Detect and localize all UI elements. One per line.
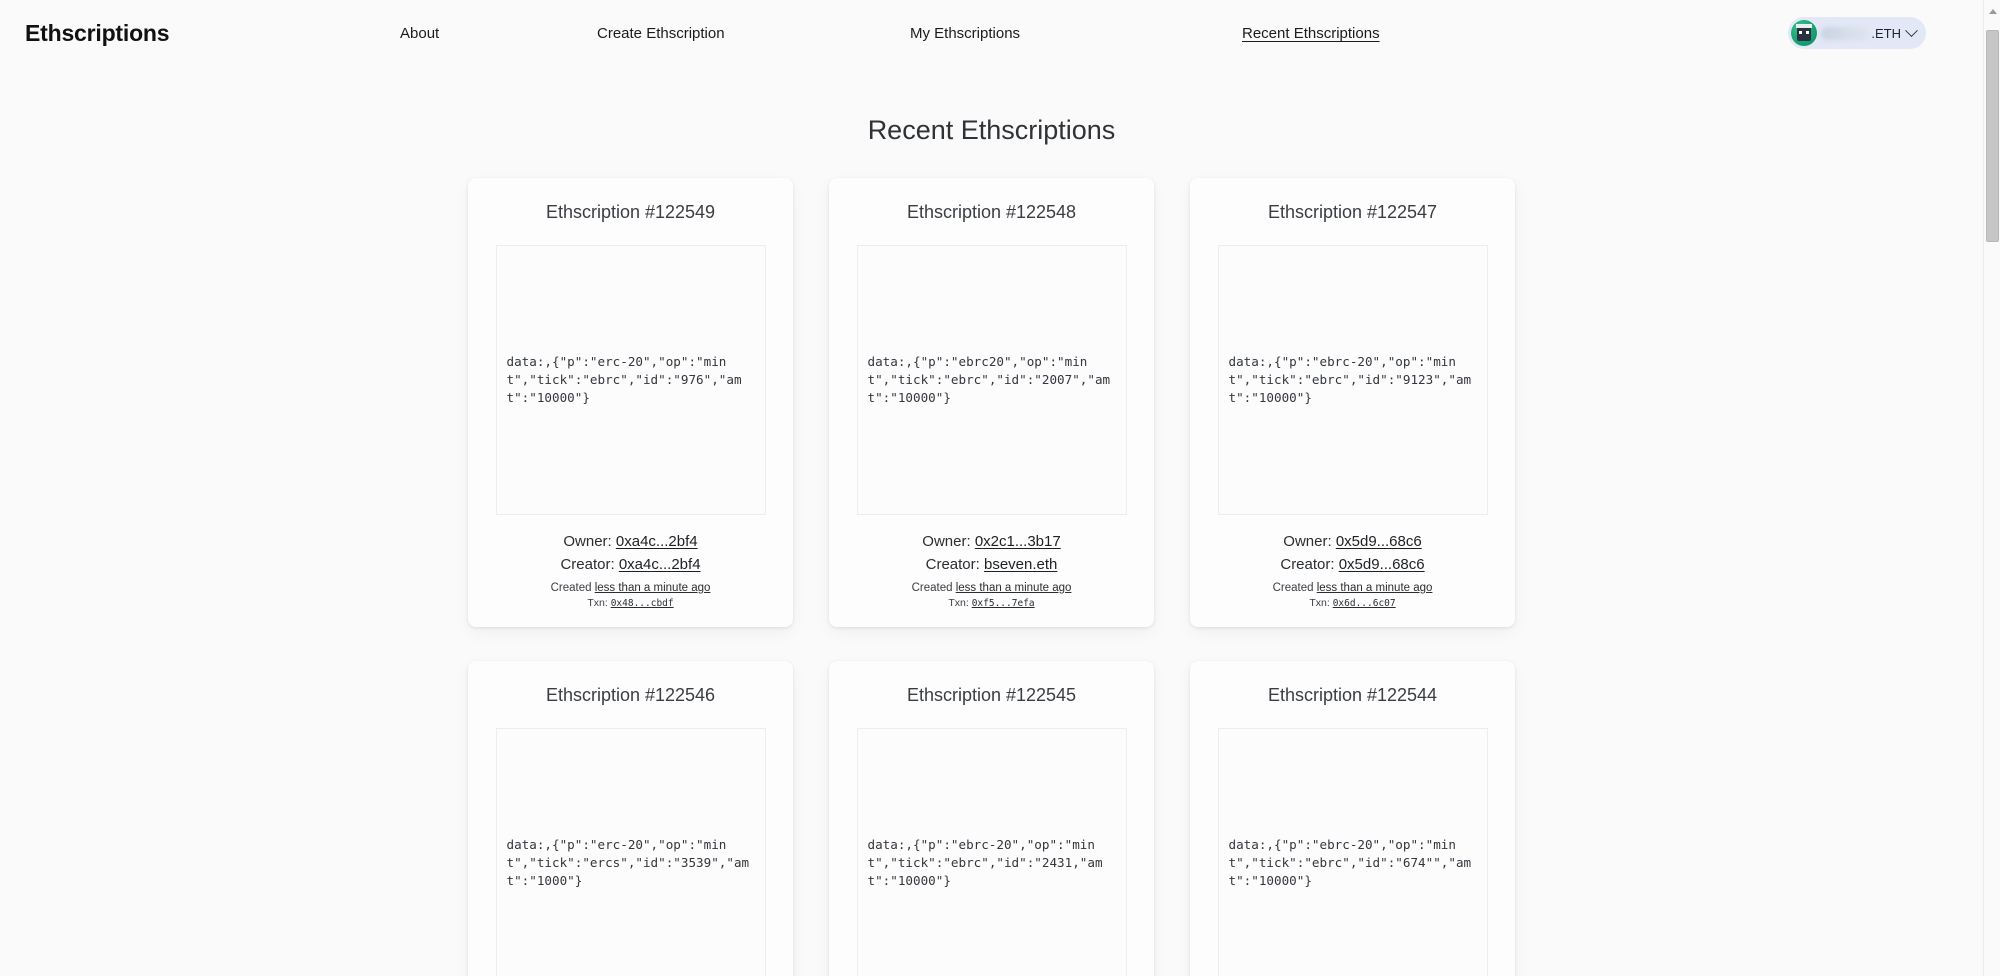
owner-row: Owner: 0xa4c...2bf4 bbox=[563, 533, 697, 550]
wallet-ens-suffix: .ETH bbox=[1871, 25, 1901, 41]
created-time-link[interactable]: less than a minute ago bbox=[1317, 582, 1433, 594]
site-header: Ethscriptions About Create Ethscription … bbox=[0, 0, 1983, 66]
ethscription-data-text: data:,{"p":"ebrc-20","op":"mint","tick":… bbox=[1228, 353, 1472, 406]
ethscription-card[interactable]: Ethscription #122548 data:,{"p":"ebrc20"… bbox=[829, 178, 1154, 627]
card-title: Ethscription #122546 bbox=[545, 685, 716, 705]
ethscription-data-frame: data:,{"p":"erc-20","op":"mint","tick":"… bbox=[495, 245, 766, 515]
chevron-down-icon bbox=[1905, 23, 1918, 37]
owner-label: Owner: bbox=[922, 533, 971, 550]
page-title: Recent Ethscriptions bbox=[867, 115, 1116, 145]
creator-row: Creator: 0x5d9...68c6 bbox=[1280, 556, 1424, 573]
scrollbar-thumb[interactable] bbox=[1986, 30, 1999, 242]
owner-row: Owner: 0x2c1...3b17 bbox=[922, 533, 1060, 550]
card-metadata: Owner: 0xa4c...2bf4 Creator: 0xa4c...2bf… bbox=[490, 515, 771, 609]
owner-link[interactable]: 0x2c1...3b17 bbox=[975, 533, 1061, 550]
main-navigation: About Create Ethscription My Ethscriptio… bbox=[330, 0, 1630, 66]
created-time-link[interactable]: less than a minute ago bbox=[595, 582, 711, 594]
txn-row: Txn: 0x48...cbdf bbox=[587, 597, 673, 609]
creator-label: Creator: bbox=[1280, 556, 1335, 573]
created-row: Created less than a minute ago bbox=[551, 582, 711, 594]
ethscription-data-frame: data:,{"p":"ebrc20","op":"mint","tick":"… bbox=[856, 245, 1127, 515]
ethscription-data-frame: data:,{"p":"ebrc-20","op":"mint","tick":… bbox=[1217, 245, 1488, 515]
txn-label: Txn: bbox=[1309, 597, 1330, 609]
owner-row: Owner: 0x5d9...68c6 bbox=[1283, 533, 1421, 550]
ethscription-data-frame: data:,{"p":"ebrc-20","op":"mint","tick":… bbox=[1217, 728, 1488, 976]
card-title: Ethscription #122548 bbox=[906, 202, 1077, 222]
txn-row: Txn: 0xf5...7efa bbox=[948, 597, 1034, 609]
ethscription-data-text: data:,{"p":"ebrc-20","op":"mint","tick":… bbox=[1228, 836, 1472, 889]
ethscription-card-grid: Ethscription #122549 data:,{"p":"erc-20"… bbox=[0, 178, 1983, 976]
owner-link[interactable]: 0x5d9...68c6 bbox=[1336, 533, 1422, 550]
nav-item-about[interactable]: About bbox=[400, 25, 439, 42]
created-time-link[interactable]: less than a minute ago bbox=[956, 582, 1072, 594]
nav-item-my-ethscriptions[interactable]: My Ethscriptions bbox=[910, 25, 1020, 42]
ethscription-card[interactable]: Ethscription #122545 data:,{"p":"ebrc-20… bbox=[829, 661, 1154, 976]
ethscription-card[interactable]: Ethscription #122549 data:,{"p":"erc-20"… bbox=[468, 178, 793, 627]
card-metadata: Owner: 0x2c1...3b17 Creator: bseven.eth … bbox=[851, 515, 1132, 609]
card-metadata: Owner: 0x5d9...68c6 Creator: 0x5d9...68c… bbox=[1212, 515, 1493, 609]
txn-row: Txn: 0x6d...6c07 bbox=[1309, 597, 1395, 609]
txn-label: Txn: bbox=[587, 597, 608, 609]
created-row: Created less than a minute ago bbox=[1273, 582, 1433, 594]
owner-label: Owner: bbox=[563, 533, 612, 550]
card-title: Ethscription #122545 bbox=[906, 685, 1077, 705]
card-title: Ethscription #122547 bbox=[1267, 202, 1438, 222]
ethscription-data-text: data:,{"p":"ebrc-20","op":"mint","tick":… bbox=[867, 836, 1103, 889]
created-label: Created bbox=[550, 582, 592, 594]
page-scrollbar[interactable] bbox=[1983, 0, 2000, 976]
owner-link[interactable]: 0xa4c...2bf4 bbox=[616, 533, 698, 550]
ethscription-data-text: data:,{"p":"erc-20","op":"mint","tick":"… bbox=[506, 353, 742, 406]
txn-link[interactable]: 0xf5...7efa bbox=[972, 598, 1035, 609]
txn-link[interactable]: 0x6d...6c07 bbox=[1333, 598, 1396, 609]
txn-label: Txn: bbox=[948, 597, 969, 609]
ethscription-card[interactable]: Ethscription #122547 data:,{"p":"ebrc-20… bbox=[1190, 178, 1515, 627]
creator-row: Creator: 0xa4c...2bf4 bbox=[560, 556, 700, 573]
creator-link[interactable]: 0xa4c...2bf4 bbox=[619, 556, 701, 573]
creator-link[interactable]: bseven.eth bbox=[984, 556, 1057, 573]
creator-label: Creator: bbox=[560, 556, 615, 573]
ethscription-data-frame: data:,{"p":"erc-20","op":"mint","tick":"… bbox=[495, 728, 766, 976]
card-title: Ethscription #122549 bbox=[545, 202, 716, 222]
ethscription-card[interactable]: Ethscription #122544 data:,{"p":"ebrc-20… bbox=[1190, 661, 1515, 976]
scroll-up-arrow-icon[interactable] bbox=[1984, 3, 2000, 20]
nav-item-recent-ethscriptions[interactable]: Recent Ethscriptions bbox=[1242, 25, 1380, 42]
owner-label: Owner: bbox=[1283, 533, 1332, 550]
created-label: Created bbox=[1272, 582, 1314, 594]
created-row: Created less than a minute ago bbox=[912, 582, 1072, 594]
wallet-name-redacted bbox=[1821, 26, 1870, 40]
site-logo[interactable]: Ethscriptions bbox=[25, 20, 170, 47]
ethscription-card[interactable]: Ethscription #122546 data:,{"p":"erc-20"… bbox=[468, 661, 793, 976]
creator-link[interactable]: 0x5d9...68c6 bbox=[1339, 556, 1425, 573]
card-title: Ethscription #122544 bbox=[1267, 685, 1438, 705]
nav-item-create-ethscription[interactable]: Create Ethscription bbox=[597, 25, 725, 42]
ethscription-data-text: data:,{"p":"erc-20","op":"mint","tick":"… bbox=[506, 836, 750, 889]
wallet-account-button[interactable]: .ETH bbox=[1788, 17, 1926, 49]
app-root: Ethscriptions About Create Ethscription … bbox=[0, 0, 2000, 976]
user-avatar-icon bbox=[1791, 20, 1818, 46]
creator-label: Creator: bbox=[925, 556, 980, 573]
ethscription-data-frame: data:,{"p":"ebrc-20","op":"mint","tick":… bbox=[856, 728, 1127, 976]
txn-link[interactable]: 0x48...cbdf bbox=[611, 598, 674, 609]
creator-row: Creator: bseven.eth bbox=[926, 556, 1058, 573]
created-label: Created bbox=[911, 582, 953, 594]
ethscription-data-text: data:,{"p":"ebrc20","op":"mint","tick":"… bbox=[867, 353, 1111, 406]
